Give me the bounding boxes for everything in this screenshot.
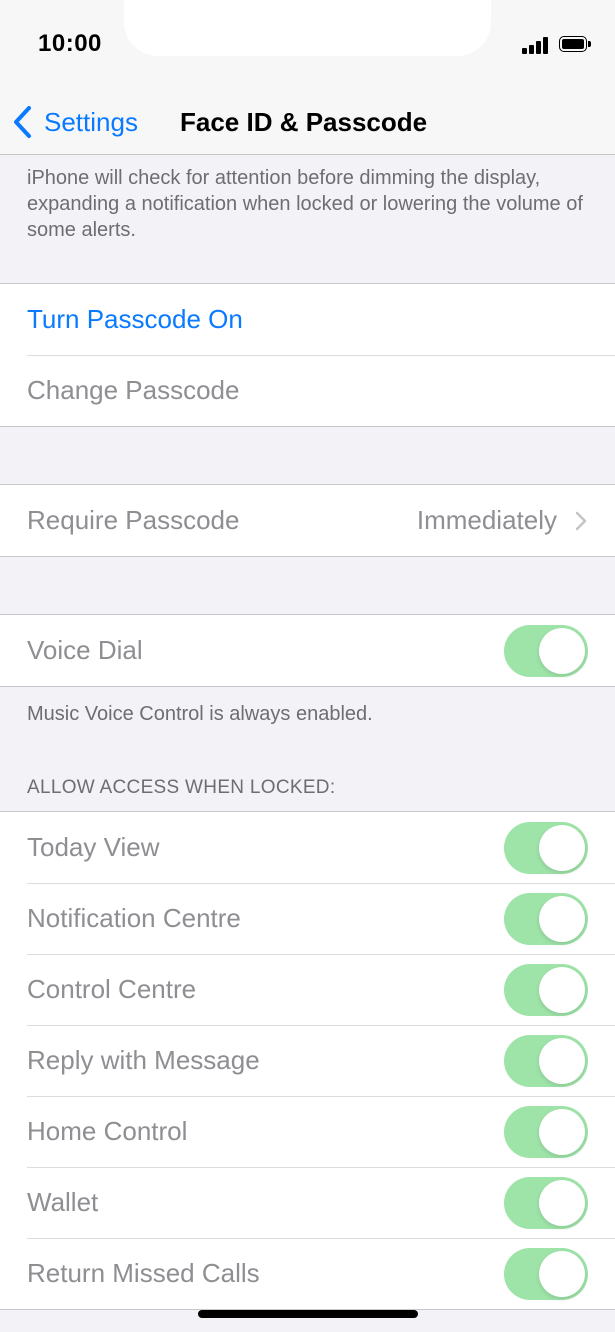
home-indicator: [198, 1310, 418, 1318]
settings-content: iPhone will check for attention before d…: [0, 155, 615, 1310]
require-passcode-label: Require Passcode: [27, 505, 240, 535]
wallet-toggle[interactable]: [504, 1177, 588, 1229]
control-centre-toggle[interactable]: [504, 964, 588, 1016]
locked-access-row-control-centre: Control Centre: [0, 954, 615, 1025]
voice-dial-group: Voice Dial: [0, 614, 615, 687]
locked-access-group: Today View Notification Centre Control C…: [0, 811, 615, 1310]
nav-bar: Settings Face ID & Passcode: [0, 90, 615, 155]
row-label: Control Centre: [27, 974, 197, 1004]
reply-with-message-toggle[interactable]: [504, 1035, 588, 1087]
return-missed-calls-toggle[interactable]: [504, 1248, 588, 1300]
locked-access-row-reply-with-message: Reply with Message: [0, 1025, 615, 1096]
page-title: Face ID & Passcode: [180, 107, 428, 137]
change-passcode-row[interactable]: Change Passcode: [0, 355, 615, 426]
back-button[interactable]: Settings: [12, 102, 138, 142]
locked-access-row-wallet: Wallet: [0, 1167, 615, 1238]
require-passcode-group: Require Passcode Immediately: [0, 484, 615, 557]
chevron-right-icon: [575, 511, 587, 531]
row-label: Today View: [27, 832, 160, 862]
locked-access-row-today-view: Today View: [0, 812, 615, 883]
locked-access-row-return-missed-calls: Return Missed Calls: [0, 1238, 615, 1309]
voice-dial-toggle[interactable]: [504, 625, 588, 677]
back-label: Settings: [44, 106, 138, 137]
row-label: Reply with Message: [27, 1045, 260, 1075]
status-time: 10:00: [38, 30, 102, 57]
voice-dial-label: Voice Dial: [27, 635, 143, 665]
turn-passcode-on-label: Turn Passcode On: [27, 304, 243, 334]
turn-passcode-on-row[interactable]: Turn Passcode On: [0, 284, 615, 355]
voice-dial-footer: Music Voice Control is always enabled.: [27, 703, 373, 725]
row-label: Notification Centre: [27, 903, 241, 933]
voice-dial-row: Voice Dial: [0, 615, 615, 686]
require-passcode-value: Immediately: [416, 505, 557, 535]
notch: [124, 0, 491, 56]
home-control-toggle[interactable]: [504, 1106, 588, 1158]
chevron-left-icon: [14, 106, 31, 138]
status-bar: 10:00: [0, 0, 615, 90]
passcode-group: Turn Passcode On Change Passcode: [0, 283, 615, 427]
change-passcode-label: Change Passcode: [27, 375, 240, 405]
locked-access-row-home-control: Home Control: [0, 1096, 615, 1167]
signal-icon: [522, 36, 550, 54]
row-label: Return Missed Calls: [27, 1258, 260, 1288]
notification-centre-toggle[interactable]: [504, 893, 588, 945]
row-label: Wallet: [27, 1187, 99, 1217]
today-view-toggle[interactable]: [504, 822, 588, 874]
locked-access-row-notification-centre: Notification Centre: [0, 883, 615, 954]
require-passcode-row[interactable]: Require Passcode Immediately: [0, 485, 615, 556]
attention-footer: iPhone will check for attention before d…: [27, 167, 583, 241]
locked-access-header: ALLOW ACCESS WHEN LOCKED:: [27, 777, 336, 798]
battery-icon: [559, 36, 591, 54]
row-label: Home Control: [27, 1116, 188, 1146]
